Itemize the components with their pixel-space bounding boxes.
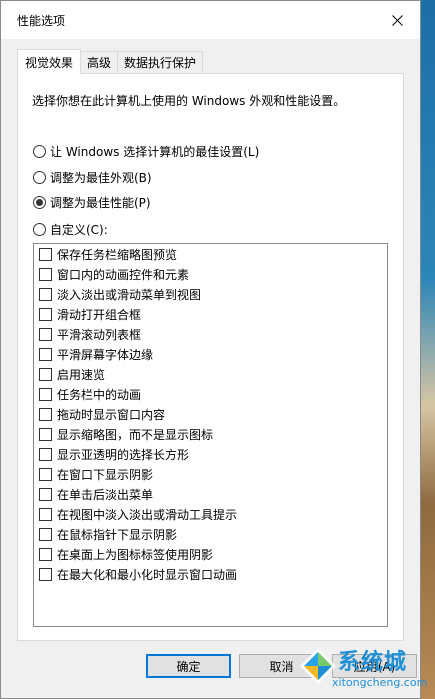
radio-let-windows-choose[interactable]: 让 Windows 选择计算机的最佳设置(L): [33, 142, 259, 160]
list-item[interactable]: 在视图中淡入淡出或滑动工具提示: [34, 504, 387, 524]
checkbox[interactable]: [39, 347, 52, 361]
radio-label: 让 Windows 选择计算机的最佳设置(L): [50, 144, 260, 159]
option-label: 淡入淡出或滑动菜单到视图: [57, 287, 202, 302]
list-item[interactable]: 拖动时显示窗口内容: [34, 404, 387, 424]
list-item[interactable]: 平滑屏幕字体边缘: [34, 344, 387, 364]
checkbox[interactable]: [39, 447, 52, 461]
option-label: 启用速览: [57, 367, 106, 382]
performance-options-dialog: 性能选项 视觉效果 高级 数据执行保护 选择你想在此计算机上使用的 Window…: [0, 0, 421, 699]
close-icon: [391, 14, 403, 26]
radio-button[interactable]: [33, 222, 46, 236]
option-label: 显示缩略图，而不是显示图标: [57, 427, 214, 442]
option-label: 在窗口下显示阴影: [57, 467, 154, 482]
list-item[interactable]: 窗口内的动画控件和元素: [34, 264, 387, 284]
radio-best-performance[interactable]: 调整为最佳性能(P): [33, 193, 151, 211]
radio-custom[interactable]: 自定义(C):: [33, 220, 108, 238]
tab-advanced[interactable]: 高级: [80, 51, 119, 73]
option-label: 窗口内的动画控件和元素: [57, 267, 190, 282]
checkbox[interactable]: [39, 507, 52, 521]
panel-description: 选择你想在此计算机上使用的 Windows 外观和性能设置。: [32, 94, 346, 108]
checkbox[interactable]: [39, 307, 52, 321]
checkbox[interactable]: [39, 547, 52, 561]
tab-data-execution-prevention[interactable]: 数据执行保护: [117, 51, 204, 73]
list-item[interactable]: 在桌面上为图标标签使用阴影: [34, 544, 387, 564]
list-item[interactable]: 滑动打开组合框: [34, 304, 387, 324]
option-label: 平滑滚动列表框: [57, 327, 142, 342]
list-item[interactable]: 保存任务栏缩略图预览: [34, 244, 387, 264]
list-item[interactable]: 平滑滚动列表框: [34, 324, 387, 344]
checkbox[interactable]: [39, 567, 52, 581]
option-label: 显示亚透明的选择长方形: [57, 447, 190, 462]
checkbox[interactable]: [39, 487, 52, 501]
watermark-brand: 系统城: [338, 650, 408, 675]
tab-strip: 视觉效果 高级 数据执行保护: [17, 49, 204, 74]
checkbox[interactable]: [39, 527, 52, 541]
option-label: 在单击后淡出菜单: [57, 487, 154, 502]
option-label: 保存任务栏缩略图预览: [57, 247, 178, 262]
list-item[interactable]: 启用速览: [34, 364, 387, 384]
radio-label: 自定义(C):: [50, 222, 108, 237]
option-label: 任务栏中的动画: [57, 387, 142, 402]
desktop-background: [420, 0, 435, 699]
checkbox[interactable]: [39, 367, 52, 381]
option-label: 平滑屏幕字体边缘: [57, 347, 154, 362]
option-label: 拖动时显示窗口内容: [57, 407, 166, 422]
option-label: 在最大化和最小化时显示窗口动画: [57, 567, 238, 582]
list-item[interactable]: 任务栏中的动画: [34, 384, 387, 404]
checkbox[interactable]: [39, 287, 52, 301]
tab-visual-effects[interactable]: 视觉效果: [17, 49, 82, 74]
list-item[interactable]: 在单击后淡出菜单: [34, 484, 387, 504]
ok-button[interactable]: 确定: [146, 654, 231, 678]
window-title: 性能选项: [17, 14, 66, 28]
radio-best-appearance[interactable]: 调整为最佳外观(B): [33, 168, 152, 186]
checkbox[interactable]: [39, 247, 52, 261]
radio-button-selected[interactable]: [33, 195, 46, 209]
list-item[interactable]: 显示亚透明的选择长方形: [34, 444, 387, 464]
watermark-url: xitongcheng.com: [332, 676, 428, 689]
checkbox[interactable]: [39, 427, 52, 441]
option-label: 在鼠标指针下显示阴影: [57, 527, 178, 542]
close-button[interactable]: [374, 1, 420, 39]
title-bar[interactable]: 性能选项: [1, 1, 420, 39]
site-watermark: 系统城 xitongcheng.com: [298, 640, 435, 699]
checkbox[interactable]: [39, 407, 52, 421]
list-item[interactable]: 在最大化和最小化时显示窗口动画: [34, 564, 387, 584]
checkbox[interactable]: [39, 267, 52, 281]
radio-label: 调整为最佳外观(B): [50, 170, 152, 185]
list-item[interactable]: 显示缩略图，而不是显示图标: [34, 424, 387, 444]
radio-label: 调整为最佳性能(P): [50, 195, 151, 210]
visual-effects-list[interactable]: 保存任务栏缩略图预览 窗口内的动画控件和元素 淡入淡出或滑动菜单到视图 滑动打开…: [33, 243, 388, 627]
radio-button[interactable]: [33, 144, 46, 158]
list-item[interactable]: 淡入淡出或滑动菜单到视图: [34, 284, 387, 304]
list-item[interactable]: 在窗口下显示阴影: [34, 464, 387, 484]
list-item[interactable]: 在鼠标指针下显示阴影: [34, 524, 387, 544]
option-label: 滑动打开组合框: [57, 307, 142, 322]
visual-effects-panel: 选择你想在此计算机上使用的 Windows 外观和性能设置。 让 Windows…: [17, 73, 404, 641]
checkbox[interactable]: [39, 467, 52, 481]
option-label: 在视图中淡入淡出或滑动工具提示: [57, 507, 238, 522]
checkbox[interactable]: [39, 387, 52, 401]
option-label: 在桌面上为图标标签使用阴影: [57, 547, 214, 562]
radio-button[interactable]: [33, 170, 46, 184]
checkbox[interactable]: [39, 327, 52, 341]
